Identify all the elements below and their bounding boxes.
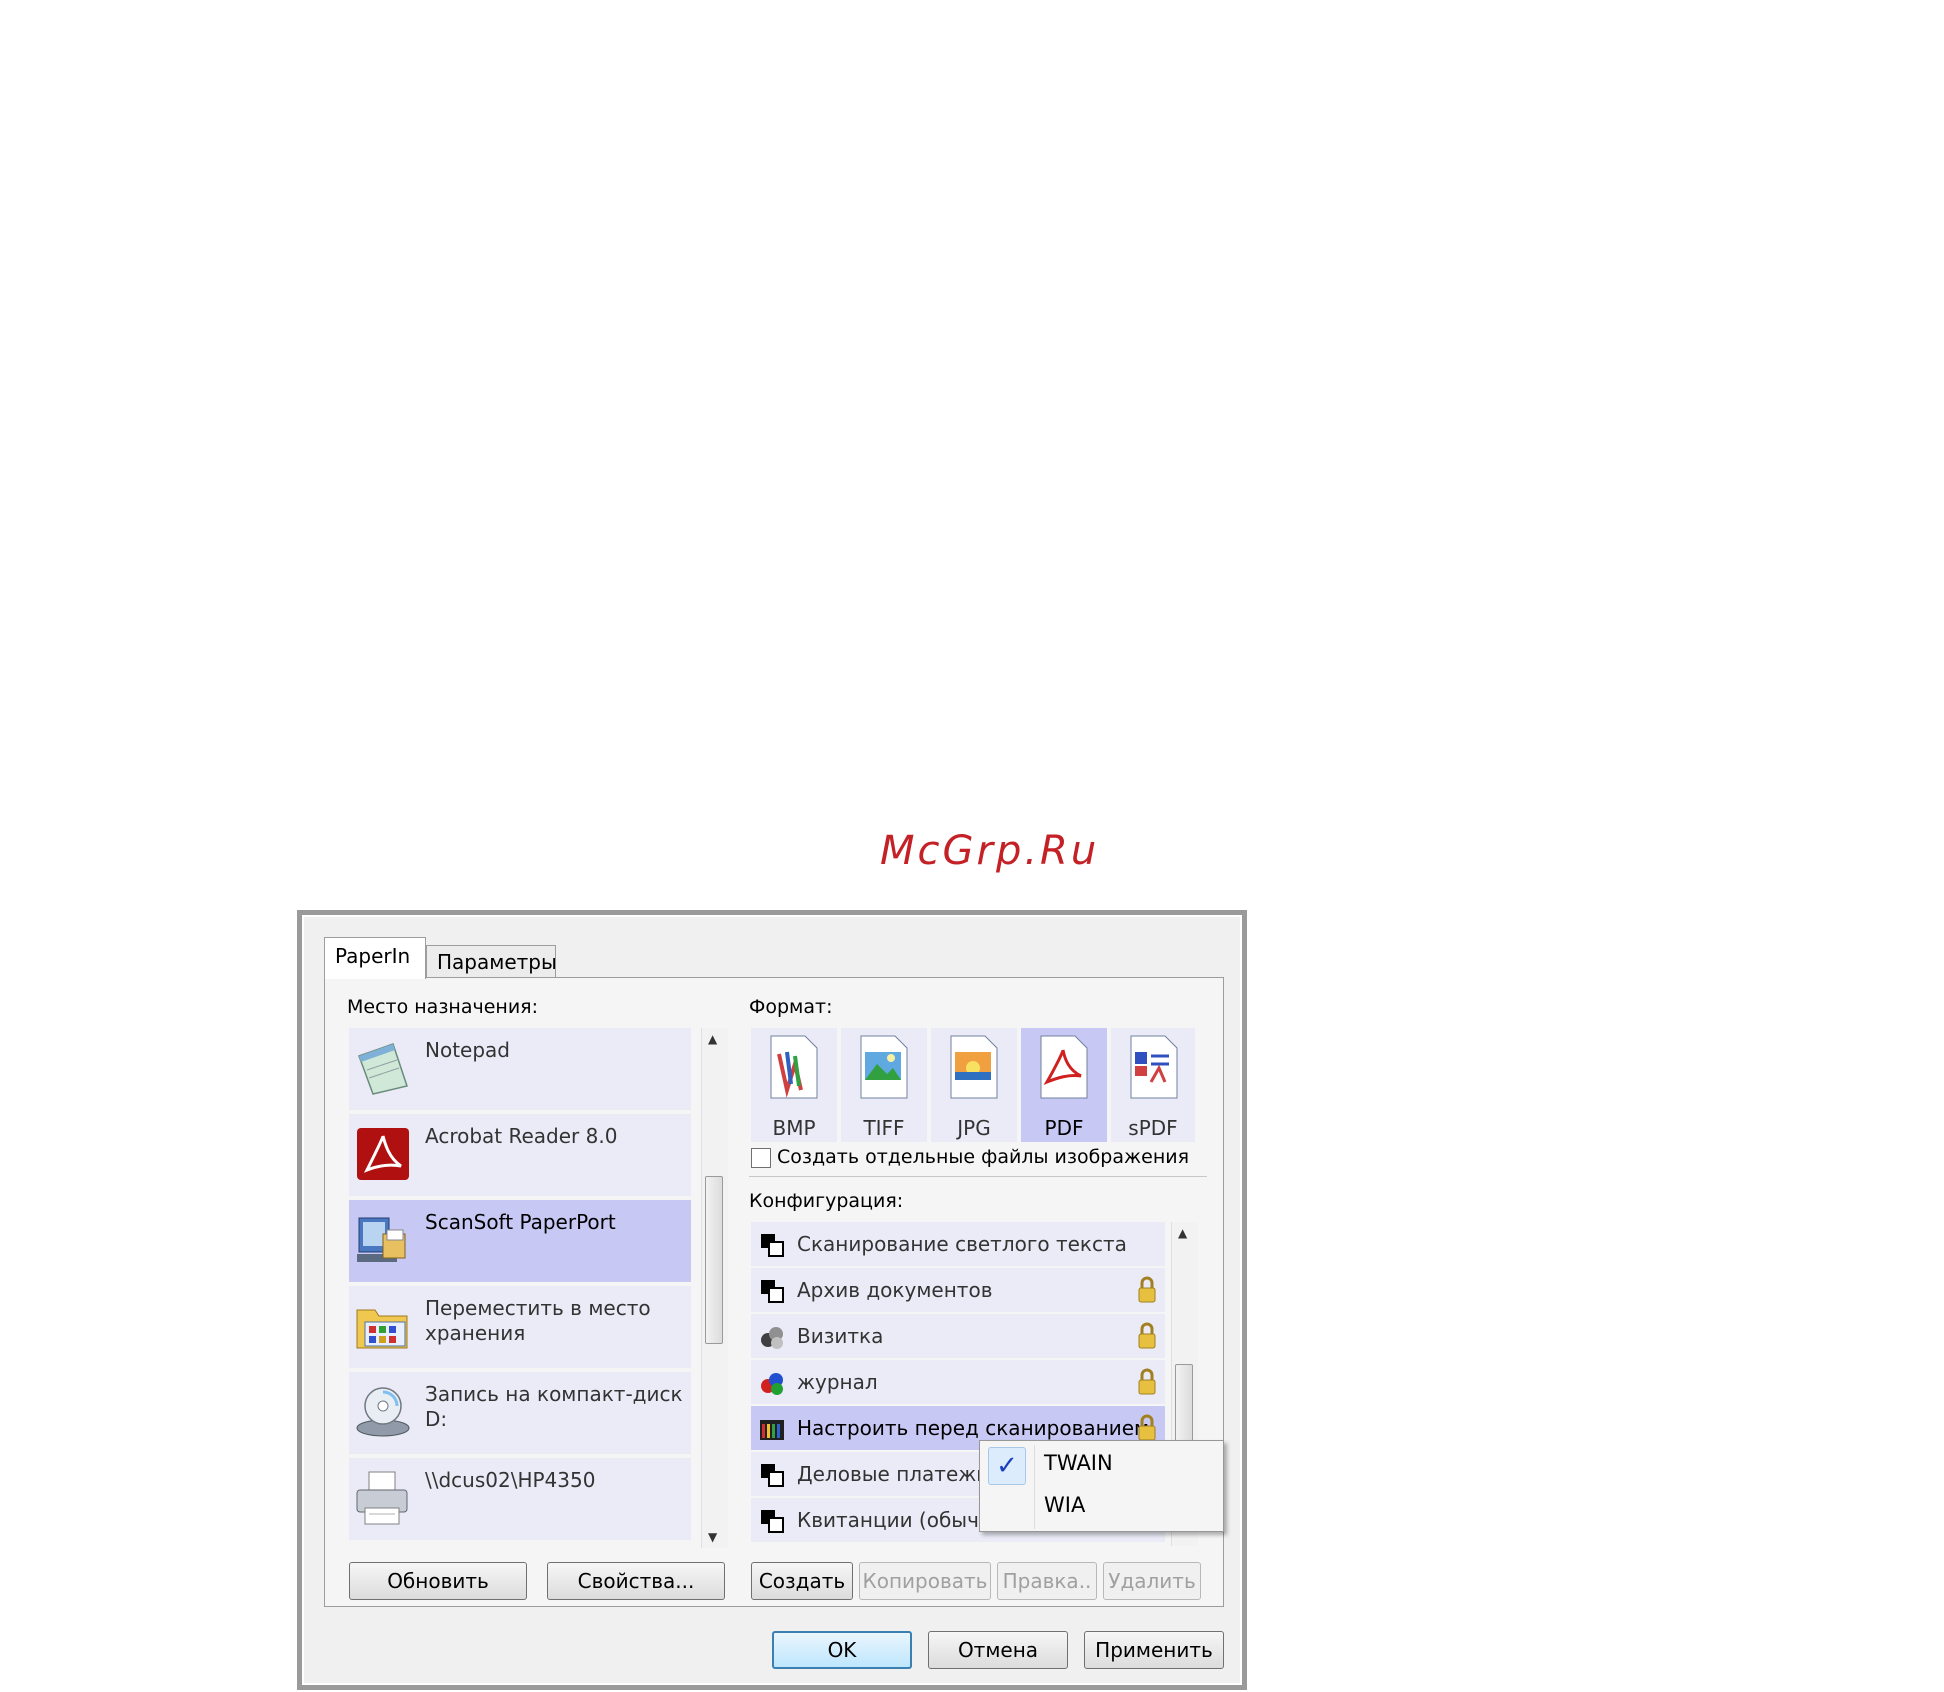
tab-parameters[interactable]: Параметры — [426, 945, 557, 977]
configuration-label: Конфигурация: — [749, 1190, 904, 1212]
format-spdf[interactable]: sPDF — [1111, 1028, 1195, 1142]
tab-paperin[interactable]: PaperIn — [324, 937, 426, 979]
scroll-up-arrow-icon[interactable]: ▲ — [708, 1032, 717, 1046]
menu-item-wia[interactable]: WIA — [1044, 1493, 1085, 1517]
config-color-icon — [761, 1373, 783, 1395]
cfg-item-label: Визитка — [797, 1324, 884, 1348]
lock-icon — [1138, 1322, 1156, 1349]
properties-button[interactable]: Свойства... — [547, 1562, 725, 1600]
dest-item-label: ScanSoft PaperPort — [425, 1210, 616, 1234]
jpg-file-icon — [950, 1035, 998, 1099]
paperport-icon — [357, 1217, 406, 1262]
format-divider — [749, 1176, 1207, 1177]
dest-item-cd[interactable]: Запись на компакт-диск D: — [349, 1372, 691, 1454]
dest-item-printer[interactable]: \\dcus02\HP4350 — [349, 1458, 691, 1540]
format-label-spdf: sPDF — [1128, 1116, 1178, 1140]
format-label-jpg: JPG — [957, 1116, 991, 1140]
pdf-file-icon — [1040, 1035, 1088, 1099]
acrobat-icon — [357, 1128, 409, 1180]
config-settings-icon — [760, 1420, 784, 1440]
notepad-icon — [358, 1043, 408, 1095]
checkmark-icon: ✓ — [988, 1447, 1026, 1485]
bmp-file-icon — [770, 1035, 818, 1099]
tiff-file-icon — [860, 1035, 908, 1099]
scroll-up-arrow-icon[interactable]: ▲ — [1178, 1226, 1187, 1240]
dest-item-storage[interactable]: Переместить в место хранения — [349, 1286, 691, 1368]
storage-folder-icon — [356, 1309, 408, 1349]
cfg-item-magazine[interactable]: журнал — [751, 1360, 1165, 1404]
cfg-item-label: Настроить перед сканированием — [797, 1416, 1150, 1440]
cfg-item-business-card[interactable]: Визитка — [751, 1314, 1165, 1358]
edit-button[interactable]: Правка.. — [997, 1562, 1097, 1600]
config-bw-icon — [761, 1464, 784, 1487]
menu-item-twain[interactable]: TWAIN — [1044, 1451, 1113, 1475]
watermark: McGrp.Ru — [880, 828, 1100, 874]
scroll-down-arrow-icon[interactable]: ▼ — [708, 1530, 717, 1544]
config-bw-icon — [761, 1280, 784, 1303]
dest-item-notepad[interactable]: Notepad — [349, 1028, 691, 1110]
scroll-thumb[interactable] — [705, 1176, 723, 1344]
destination-label: Место назначения: — [347, 996, 539, 1018]
format-tiff[interactable]: TIFF — [841, 1028, 927, 1142]
format-label-bmp: BMP — [772, 1116, 816, 1140]
destination-list[interactable]: Notepad Acrobat Reader 8.0 ScanSoft Pape… — [349, 1028, 697, 1548]
printer-icon — [356, 1471, 408, 1525]
config-gray-icon — [761, 1327, 783, 1349]
cfg-item-label: журнал — [797, 1370, 878, 1394]
lock-icon — [1138, 1276, 1156, 1303]
create-button[interactable]: Создать — [751, 1562, 853, 1600]
cfg-item-label: Деловые платежн — [797, 1462, 990, 1486]
cfg-item-label: Квитанции (обычн — [797, 1508, 992, 1532]
destination-scrollbar[interactable]: ▲ ▼ — [701, 1028, 728, 1548]
dest-item-label: Запись на компакт-диск D: — [425, 1382, 683, 1431]
cancel-button[interactable]: Отмена — [928, 1631, 1068, 1669]
copy-button[interactable]: Копировать — [859, 1562, 991, 1600]
format-bmp[interactable]: BMP — [751, 1028, 837, 1142]
refresh-button[interactable]: Обновить — [349, 1562, 527, 1600]
separate-files-checkbox[interactable] — [751, 1148, 771, 1168]
cfg-item-label: Архив документов — [797, 1278, 993, 1302]
separate-files-label: Создать отдельные файлы изображения — [777, 1146, 1190, 1168]
format-pdf[interactable]: PDF — [1021, 1028, 1107, 1142]
format-label: Формат: — [749, 996, 833, 1018]
ok-button[interactable]: OK — [772, 1631, 912, 1669]
lock-icon — [1138, 1368, 1156, 1395]
cfg-item-light-text[interactable]: Сканирование светлого текста — [751, 1222, 1165, 1266]
delete-button[interactable]: Удалить — [1103, 1562, 1201, 1600]
spdf-file-icon — [1130, 1035, 1178, 1099]
paperin-dialog: PaperIn Параметры Место назначения: Note… — [297, 910, 1247, 1690]
format-jpg[interactable]: JPG — [931, 1028, 1017, 1142]
format-label-pdf: PDF — [1044, 1116, 1084, 1140]
dest-item-paperport[interactable]: ScanSoft PaperPort — [349, 1200, 691, 1282]
dest-item-label: Notepad — [425, 1038, 510, 1062]
dest-item-acrobat[interactable]: Acrobat Reader 8.0 — [349, 1114, 691, 1196]
format-label-tiff: TIFF — [863, 1116, 905, 1140]
dest-item-label: \\dcus02\HP4350 — [425, 1468, 596, 1492]
apply-button[interactable]: Применить — [1084, 1631, 1224, 1669]
menu-separator — [1034, 1445, 1035, 1529]
dest-item-label: Acrobat Reader 8.0 — [425, 1124, 618, 1148]
cfg-item-archive[interactable]: Архив документов — [751, 1268, 1165, 1312]
driver-popup-menu: ✓ TWAIN WIA — [979, 1440, 1224, 1532]
dest-item-label: Переместить в место хранения — [425, 1296, 651, 1345]
cfg-item-label: Сканирование светлого текста — [797, 1232, 1127, 1256]
config-bw-icon — [761, 1510, 784, 1533]
config-bw-icon — [761, 1234, 784, 1257]
lock-icon — [1138, 1414, 1156, 1441]
cd-burn-icon — [356, 1387, 410, 1437]
